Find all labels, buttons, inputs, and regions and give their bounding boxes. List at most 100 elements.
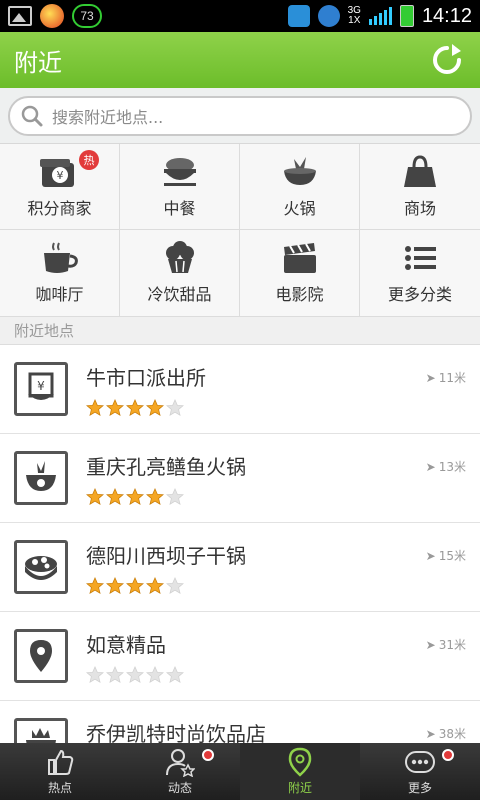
rating-stars [86, 576, 246, 595]
star-empty-icon [166, 398, 184, 416]
cupcake-icon [165, 241, 194, 273]
thumbs-up-icon [48, 749, 74, 775]
network-type: 3G 1X [347, 5, 361, 26]
clapperboard-icon [283, 243, 316, 273]
tab-label: 更多 [407, 781, 432, 795]
star-empty-icon [86, 665, 104, 683]
category-label: 中餐 [163, 198, 196, 218]
category-points-merchants[interactable]: 热 ¥ 积分商家 [0, 144, 120, 230]
list-item[interactable]: 德阳川西坝子干锅 ➤ 15米 [0, 523, 480, 612]
speaker-icon [287, 5, 310, 27]
rice-bowl-icon [163, 157, 196, 186]
place-name: 牛市口派出所 [86, 365, 206, 390]
location-pin-icon [288, 747, 312, 777]
list-item[interactable]: 乔伊凯特时尚饮品店 ➤ 38米 [0, 701, 480, 743]
arrow-icon: ➤ [425, 459, 436, 474]
distance-label: 31米 [438, 638, 466, 652]
star-filled-icon [106, 576, 124, 594]
place-name: 德阳川西坝子干锅 [86, 543, 246, 568]
dish-icon [25, 556, 57, 580]
search-input[interactable]: 搜索附近地点... [8, 96, 472, 136]
category-chinese-food[interactable]: 中餐 [120, 144, 240, 230]
number-badge: 73 [72, 4, 102, 28]
search-icon [21, 105, 43, 127]
star-filled-icon [146, 487, 164, 505]
page-title: 附近 [14, 48, 62, 77]
user-star-icon [166, 749, 195, 777]
tab-more[interactable]: 更多 [360, 743, 480, 800]
clock: 14:12 [421, 4, 472, 27]
tab-label: 热点 [47, 781, 72, 795]
star-empty-icon [106, 665, 124, 683]
more-dots-icon [405, 751, 435, 773]
tab-activity[interactable]: 动态 [120, 743, 240, 800]
shopping-bag-icon [404, 154, 436, 187]
tab-hot[interactable]: 热点 [0, 743, 120, 800]
star-filled-icon [126, 576, 144, 594]
arrow-icon: ➤ [425, 548, 436, 563]
arrow-icon: ➤ [425, 726, 436, 741]
list-item[interactable]: 重庆孔亮鳝鱼火锅 ➤ 13米 [0, 434, 480, 523]
distance: ➤ 15米 [426, 547, 466, 564]
category-desserts[interactable]: 冷饮甜品 [120, 230, 240, 317]
app-notification-icon [40, 4, 64, 28]
star-empty-icon [166, 576, 184, 594]
distance-label: 11米 [438, 371, 466, 385]
category-more[interactable]: 更多分类 [360, 230, 480, 317]
star-filled-icon [106, 398, 124, 416]
place-thumbnail [14, 629, 68, 683]
category-label: 积分商家 [27, 198, 92, 218]
star-filled-icon [126, 398, 144, 416]
image-notification-icon [8, 6, 32, 26]
notification-dot [202, 749, 214, 761]
status-bar: 73 3G 1X 14:12 [0, 0, 480, 32]
place-name: 乔伊凯特时尚饮品店 [86, 721, 266, 744]
refresh-icon [433, 44, 461, 74]
star-filled-icon [146, 398, 164, 416]
list-item[interactable]: 如意精品 ➤ 31米 [0, 612, 480, 701]
svg-text:¥: ¥ [56, 169, 63, 182]
distance: ➤ 11米 [426, 369, 466, 386]
location-pin-icon [30, 640, 52, 672]
svg-text:¥: ¥ [37, 379, 45, 393]
search-bar: 搜索附近地点... [0, 88, 480, 144]
signal-icon [368, 7, 392, 25]
list-item[interactable]: ¥ 牛市口派出所 ➤ 11米 [0, 345, 480, 434]
category-label: 咖啡厅 [35, 285, 84, 304]
place-thumbnail: ¥ [14, 362, 68, 416]
star-empty-icon [146, 665, 164, 683]
bottom-tab-bar: 热点 动态 附近 更多 [0, 743, 480, 800]
list-icon [405, 246, 436, 270]
place-thumbnail [14, 451, 68, 505]
category-grid: 热 ¥ 积分商家 中餐 火锅 商场 咖啡厅 冷饮甜品 电影院 更多分类 [0, 144, 480, 317]
place-thumbnail [14, 718, 68, 743]
category-label: 冷饮甜品 [147, 285, 212, 304]
tab-label: 动态 [167, 781, 192, 795]
refresh-button[interactable] [428, 41, 466, 79]
star-empty-icon [166, 665, 184, 683]
section-title: 附近地点 [14, 322, 75, 340]
arrow-icon: ➤ [425, 637, 436, 652]
star-filled-icon [106, 487, 124, 505]
category-cafe[interactable]: 咖啡厅 [0, 230, 120, 317]
hotpot-icon [26, 461, 56, 491]
wallet-icon: ¥ [39, 158, 74, 187]
category-cinema[interactable]: 电影院 [240, 230, 360, 317]
title-bar: 附近 [0, 32, 480, 88]
place-thumbnail [14, 540, 68, 594]
category-mall[interactable]: 商场 [360, 144, 480, 230]
place-name: 如意精品 [86, 632, 166, 657]
notification-dot [442, 749, 454, 761]
star-filled-icon [126, 487, 144, 505]
star-filled-icon [86, 487, 104, 505]
star-empty-icon [126, 665, 144, 683]
star-filled-icon [86, 576, 104, 594]
coffee-cup-icon [43, 242, 78, 273]
place-list: ¥ 牛市口派出所 ➤ 11米 重庆孔亮鳝鱼火锅 ➤ 13米 德阳川西坝子干锅 ➤… [0, 345, 480, 743]
star-filled-icon [86, 398, 104, 416]
place-name: 重庆孔亮鳝鱼火锅 [86, 454, 246, 479]
category-hotpot[interactable]: 火锅 [240, 144, 360, 230]
star-empty-icon [166, 487, 184, 505]
tab-nearby[interactable]: 附近 [240, 743, 360, 800]
distance: ➤ 31米 [426, 636, 466, 653]
